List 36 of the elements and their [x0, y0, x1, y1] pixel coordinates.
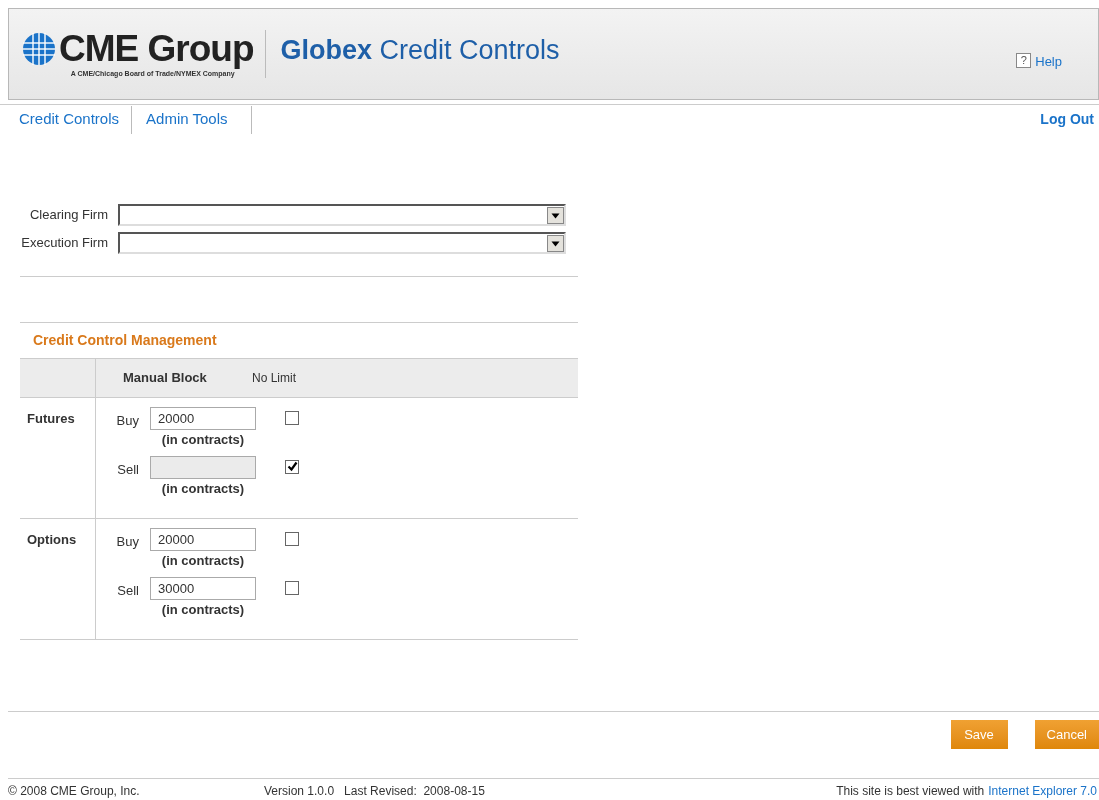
field-label: Sell: [116, 581, 140, 600]
checkbox[interactable]: [285, 532, 299, 546]
column-header: Manual Block: [122, 369, 208, 388]
column-header: No Limit: [252, 370, 296, 387]
logo-wordmark: CME Group: [59, 28, 254, 69]
section-title: Credit Control Management: [33, 331, 217, 350]
dropdown-field[interactable]: [118, 232, 566, 254]
app-title: Globex Credit Controls: [280, 33, 560, 67]
field-label: Buy: [115, 412, 140, 430]
amount-field[interactable]: 20000: [150, 528, 256, 551]
field-label: Sell: [116, 460, 140, 479]
row-label: Options: [27, 532, 77, 547]
help-icon: ?: [1016, 53, 1032, 68]
version-text: Version 1.0.0: [264, 782, 335, 799]
copyright-text: © 2008 CME Group, Inc.: [8, 782, 141, 799]
globe-icon: [22, 31, 56, 66]
amount-field[interactable]: 20000: [150, 407, 256, 430]
logout-link[interactable]: Log Out: [1040, 109, 1099, 130]
checkbox[interactable]: [285, 580, 299, 595]
dropdown-field[interactable]: [118, 204, 566, 226]
unit-note: (in contracts): [161, 600, 245, 619]
nav-tab[interactable]: Admin Tools: [132, 108, 252, 131]
help-link[interactable]: Help: [1035, 55, 1062, 68]
field-label: Execution Firm: [20, 234, 109, 253]
unit-note: (in contracts): [161, 431, 245, 449]
row-label: Futures: [27, 411, 75, 426]
browser-link[interactable]: Internet Explorer 7.0: [988, 782, 1099, 799]
unit-note: (in contracts): [161, 552, 245, 570]
revised-text: Last Revised: 2008-08-15: [344, 782, 485, 799]
nav-tab[interactable]: Credit Controls: [0, 108, 132, 131]
unit-note: (in contracts): [161, 479, 245, 498]
amount-field[interactable]: 30000: [150, 576, 256, 600]
browser-note: This site is best viewed with: [836, 782, 985, 799]
checkbox[interactable]: [285, 411, 299, 425]
field-label: Clearing Firm: [29, 206, 109, 225]
field-label: Buy: [115, 533, 140, 551]
